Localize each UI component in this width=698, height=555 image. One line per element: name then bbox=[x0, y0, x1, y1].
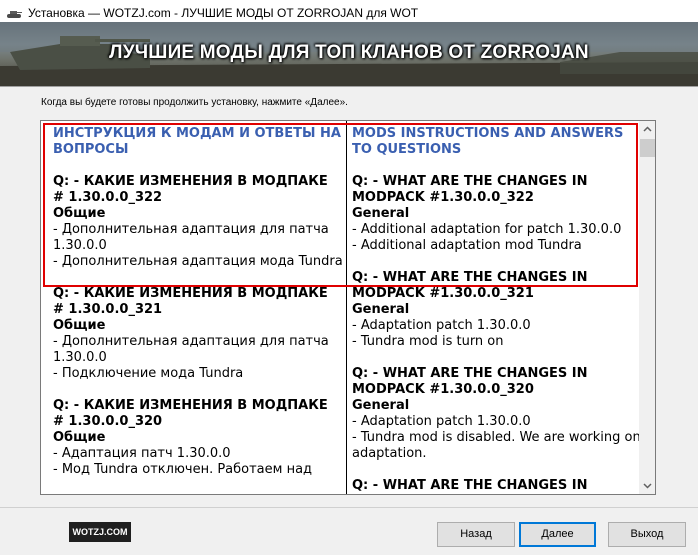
question-heading: Q: - WHAT ARE THE CHANGES IN MODPACK #1.… bbox=[352, 366, 588, 397]
list-item: - Adaptation patch 1.30.0.0 bbox=[352, 318, 531, 333]
back-button[interactable]: Назад bbox=[437, 522, 515, 547]
subsection-label: Общие bbox=[53, 206, 106, 221]
subsection-label: General bbox=[352, 206, 410, 221]
list-item: - Мод Tundra отключен. Работаем над bbox=[53, 462, 313, 477]
question-heading: Q: - WHAT ARE THE CHANGES IN MODPACK #1.… bbox=[352, 174, 588, 205]
vertical-scrollbar[interactable] bbox=[639, 121, 656, 494]
subsection-label: General bbox=[352, 398, 410, 413]
subsection-label: Общие bbox=[53, 318, 106, 333]
russian-column: ИНСТРУКЦИЯ К МОДАМ И ОТВЕТЫ НА ВОПРОСЫ Q:… bbox=[53, 126, 343, 478]
list-item: - Tundra mod is turn on bbox=[352, 334, 504, 349]
question-heading: Q: - WHAT ARE THE CHANGES IN bbox=[352, 478, 588, 493]
next-button[interactable]: Далее bbox=[519, 522, 596, 547]
list-item: - Подключение мода Tundra bbox=[53, 366, 244, 381]
exit-button[interactable]: Выход bbox=[608, 522, 686, 547]
wotzj-logo: WOTZJ.COM bbox=[69, 522, 131, 542]
header-banner: ЛУЧШИЕ МОДЫ ДЛЯ ТОП КЛАНОВ ОТ ZORROJAN bbox=[0, 22, 698, 86]
subsection-label: Общие bbox=[53, 430, 106, 445]
list-item: - Adaptation patch 1.30.0.0 bbox=[352, 414, 531, 429]
banner-title: ЛУЧШИЕ МОДЫ ДЛЯ ТОП КЛАНОВ ОТ ZORROJAN bbox=[109, 42, 589, 63]
section-heading: MODS INSTRUCTIONS AND ANSWERS TO QUESTIO… bbox=[352, 126, 624, 157]
instruction-text: Когда вы будете готовы продолжить устано… bbox=[41, 97, 348, 108]
list-item: - Дополнительная адаптация мода Tundra bbox=[53, 254, 343, 269]
question-heading: Q: - КАКИЕ ИЗМЕНЕНИЯ В МОДПАКЕ # 1.30.0.… bbox=[53, 398, 328, 429]
subsection-label: General bbox=[352, 302, 410, 317]
list-item: - Адаптация патч 1.30.0.0 bbox=[53, 446, 231, 461]
scrollbar-thumb[interactable] bbox=[640, 139, 655, 157]
english-column: MODS INSTRUCTIONS AND ANSWERS TO QUESTIO… bbox=[352, 126, 641, 494]
section-heading: ИНСТРУКЦИЯ К МОДАМ И ОТВЕТЫ НА ВОПРОСЫ bbox=[53, 126, 341, 157]
column-divider bbox=[346, 121, 347, 494]
header-divider bbox=[0, 86, 698, 87]
chevron-up-icon[interactable] bbox=[639, 121, 656, 138]
window-title: Установка — WOTZJ.com - ЛУЧШИЕ МОДЫ ОТ Z… bbox=[28, 6, 419, 20]
info-text-box[interactable]: ИНСТРУКЦИЯ К МОДАМ И ОТВЕТЫ НА ВОПРОСЫ Q:… bbox=[40, 120, 656, 495]
list-item: - Additional adaptation for patch 1.30.0… bbox=[352, 222, 622, 237]
list-item: - Дополнительная адаптация для патча 1.3… bbox=[53, 334, 329, 365]
chevron-down-icon[interactable] bbox=[639, 477, 656, 494]
list-item: - Дополнительная адаптация для патча 1.3… bbox=[53, 222, 329, 253]
footer-divider bbox=[0, 507, 698, 508]
tank-icon bbox=[7, 11, 22, 18]
list-item: - Additional adaptation mod Tundra bbox=[352, 238, 582, 253]
list-item: - Tundra mod is disabled. We are working… bbox=[352, 430, 641, 461]
question-heading: Q: - КАКИЕ ИЗМЕНЕНИЯ В МОДПАКЕ # 1.30.0.… bbox=[53, 174, 328, 205]
question-heading: Q: - КАКИЕ ИЗМЕНЕНИЯ В МОДПАКЕ # 1.30.0.… bbox=[53, 286, 328, 317]
question-heading: Q: - WHAT ARE THE CHANGES IN MODPACK #1.… bbox=[352, 270, 588, 301]
